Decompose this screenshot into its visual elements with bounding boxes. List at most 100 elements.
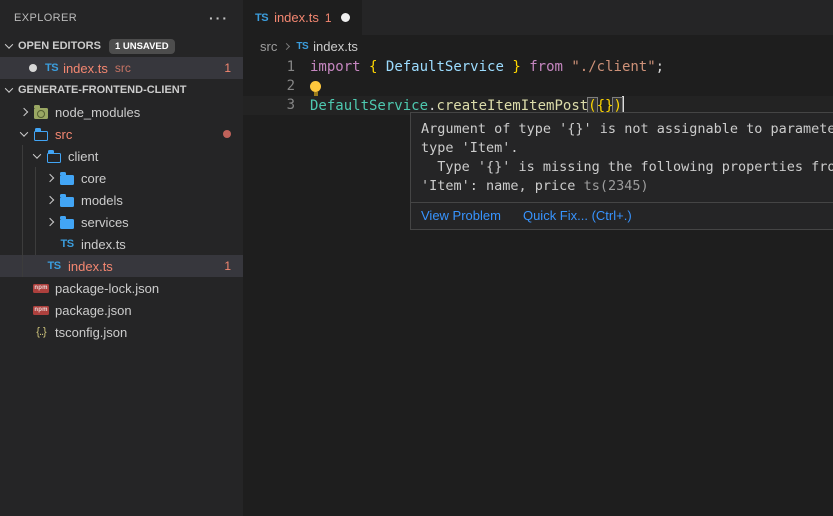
code-token: DefaultService [386,59,504,75]
chevron-right-icon [283,42,290,49]
tree-item-core[interactable]: core [0,167,243,189]
tree-item-node-modules[interactable]: node_modules [0,101,243,123]
tree-item-services[interactable]: services [0,211,243,233]
indent-guide [22,233,23,255]
chevron-down-icon [0,43,18,49]
code-line-2[interactable]: 2 [243,77,833,96]
indent-guide [35,167,36,189]
error-dot-badge [223,130,231,138]
code-token [521,59,529,75]
tree-item-index-ts[interactable]: TS index.ts 1 [0,255,243,277]
breadcrumb: src TS index.ts [243,35,833,57]
tab-index-ts[interactable]: TS index.ts 1 [243,0,362,35]
tree-item-package-json[interactable]: npm package.json [0,299,243,321]
editor-area: TS index.ts 1 src TS index.ts 1import { … [243,0,833,516]
tree-item-label: package.json [55,303,132,318]
error-message-line: type 'Item'. [421,139,833,158]
open-editors-section-header[interactable]: OPEN EDITORS 1 UNSAVED [0,35,243,57]
error-message-line: 'Item': name, price ts(2345) [421,177,833,196]
indent-guide [35,189,36,211]
tree-item-client[interactable]: client [0,145,243,167]
error-message: Argument of type '{}' is not assignable … [411,113,833,202]
breadcrumb-folder[interactable]: src [260,39,277,54]
code-token: ; [656,59,664,75]
typescript-file-icon: TS [45,62,58,74]
open-editor-file-name: index.ts [63,61,108,76]
indent-guide [22,189,23,211]
open-editor-file-path: src [115,61,131,75]
view-problem-link[interactable]: View Problem [421,208,501,223]
tree-item-index-ts[interactable]: TS index.ts [0,233,243,255]
tree-item-src[interactable]: src [0,123,243,145]
typescript-file-icon: TS [45,260,63,272]
tree-item-package-lock-json[interactable]: npmpackage-lock.json [0,277,243,299]
code-line-1[interactable]: 1import { DefaultService } from "./clien… [243,58,833,77]
chevron-right-icon [16,109,32,115]
workspace-label: GENERATE-FRONTEND-CLIENT [18,84,186,96]
tab-error-count: 1 [325,11,332,25]
explorer-title: EXPLORER [14,12,209,24]
tree-item-label: node_modules [55,105,140,120]
indent-guide [22,167,23,189]
quick-fix-link[interactable]: Quick Fix... (Ctrl+.) [523,208,632,223]
error-message-line: Type '{}' is missing the following prope… [421,158,833,177]
error-count-badge: 1 [224,259,231,273]
vscode-window: { "colors": { "error": "#f48771", "link"… [0,0,833,516]
tree-item-label: services [81,215,129,230]
unsaved-badge: 1 UNSAVED [109,39,175,54]
indent-guide [35,233,36,255]
lightbulb-icon[interactable] [310,81,321,92]
breadcrumb-file[interactable]: index.ts [313,39,358,54]
node-modules-folder-icon [32,105,50,119]
indent-guide [22,145,23,167]
modified-dot-icon [29,64,37,72]
code-token: "./client" [571,59,655,75]
tree-item-label: index.ts [81,237,126,252]
file-tree: node_modulessrc client core models services T… [0,101,243,343]
tree-item-models[interactable]: models [0,189,243,211]
more-actions-icon[interactable]: ··· [209,10,229,26]
workspace-section-header[interactable]: GENERATE-FRONTEND-CLIENT [0,79,243,101]
explorer-sidebar: EXPLORER ··· OPEN EDITORS 1 UNSAVED TS i… [0,0,243,516]
line-number: 1 [243,58,295,77]
tab-label: index.ts [274,10,319,25]
code-token: from [529,59,563,75]
indent-guide [22,211,23,233]
code-text [310,77,321,96]
tree-item-label: client [68,149,98,164]
tree-item-label: core [81,171,106,186]
chevron-down-icon [0,87,18,93]
code-token [361,59,369,75]
line-number: 2 [243,77,295,96]
folder-open-icon [45,150,63,163]
tree-item-label: tsconfig.json [55,325,127,340]
chevron-right-icon [42,219,58,225]
chevron-right-icon [42,197,58,203]
tree-item-tsconfig-json[interactable]: {..}tsconfig.json [0,321,243,343]
folder-icon [58,172,76,185]
open-editors-label: OPEN EDITORS [18,40,101,52]
tree-item-label: index.ts [68,259,113,274]
typescript-file-icon: TS [296,41,308,52]
hover-actions: View Problem Quick Fix... (Ctrl+.) [411,202,833,229]
tree-item-label: models [81,193,123,208]
folder-open-icon [32,128,50,141]
typescript-file-icon: TS [58,238,76,250]
error-count-badge: 1 [224,61,231,75]
open-editor-item-index-ts[interactable]: TS index.ts src 1 [0,57,243,79]
error-hover-tooltip: Argument of type '{}' is not assignable … [410,112,833,230]
indent-guide [22,255,23,277]
typescript-file-icon: TS [255,12,268,24]
indent-guide [35,211,36,233]
folder-icon [58,194,76,207]
chevron-down-icon [16,131,32,137]
npm-file-icon: npm [32,306,50,315]
unsaved-dot-icon[interactable] [341,13,350,22]
code-token [377,59,385,75]
code-editor[interactable]: 1import { DefaultService } from "./clien… [243,57,833,115]
tree-item-label: package-lock.json [55,281,159,296]
folder-icon [58,216,76,229]
error-message-line: Argument of type '{}' is not assignable … [421,120,833,139]
chevron-down-icon [29,153,45,159]
chevron-right-icon [42,175,58,181]
